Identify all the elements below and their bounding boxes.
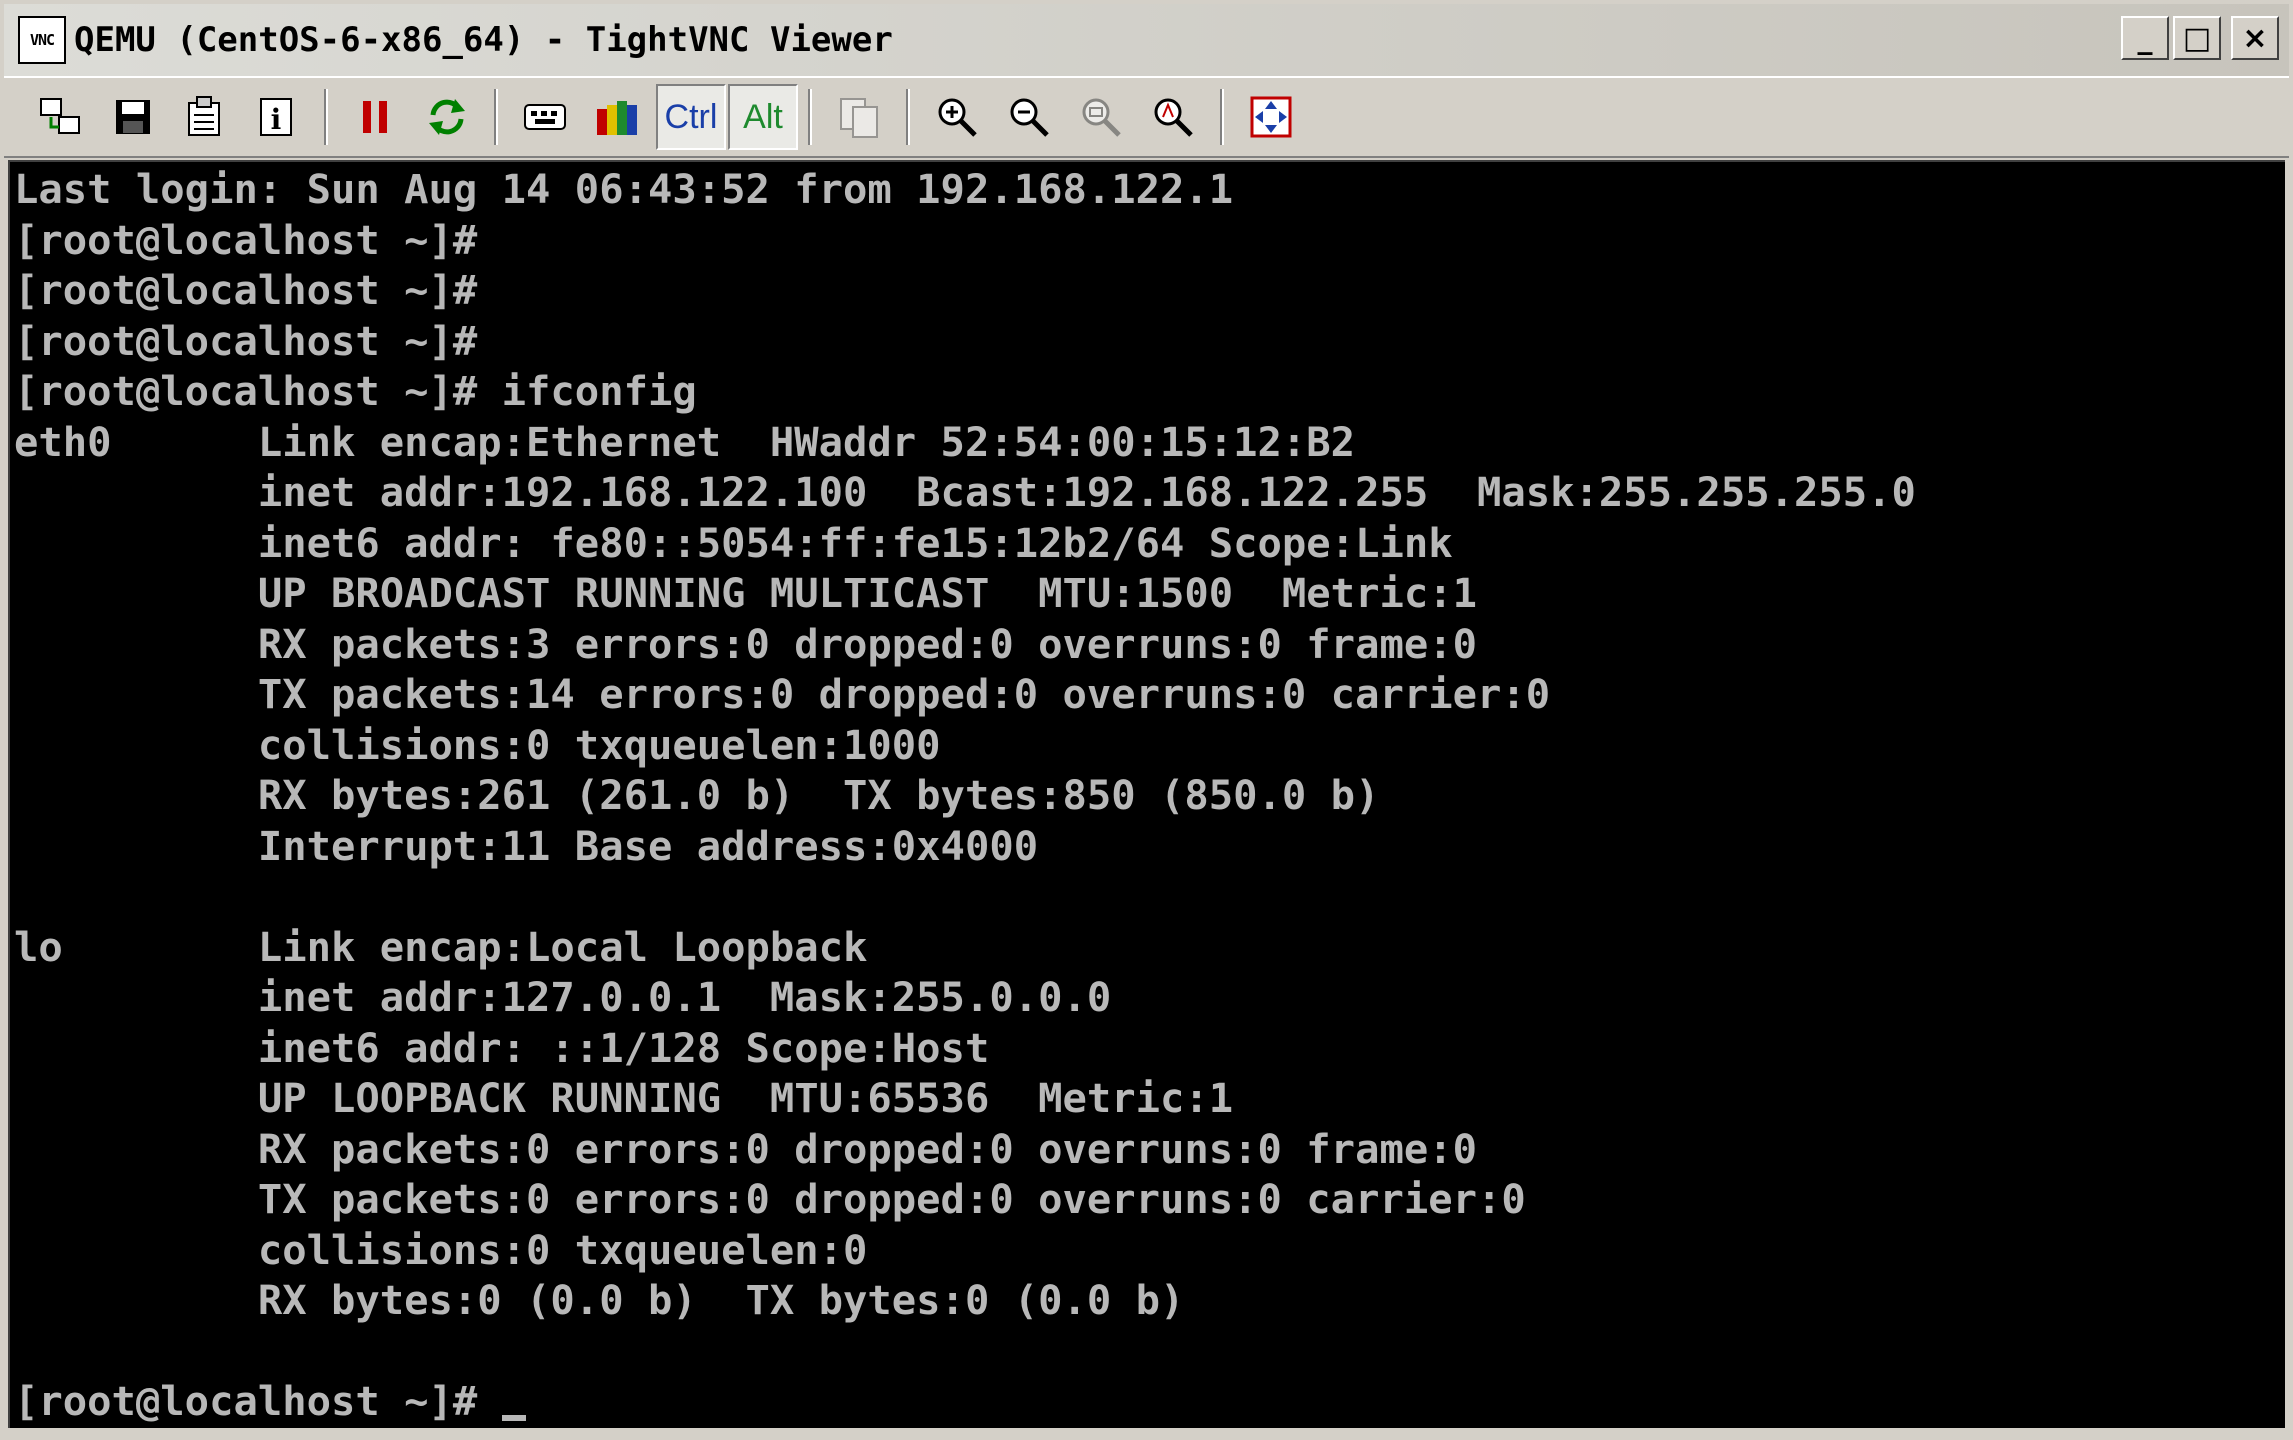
- alt-toggle-button[interactable]: Alt: [728, 84, 798, 150]
- terminal-line: Last login: Sun Aug 14 06:43:52 from 192…: [14, 165, 1234, 213]
- vnc-app-icon[interactable]: VNC: [18, 16, 66, 64]
- terminal-line: inet addr:127.0.0.1 Mask:255.0.0.0: [14, 973, 1112, 1021]
- ctrl-toggle-button[interactable]: Ctrl: [656, 84, 726, 150]
- save-icon[interactable]: [100, 84, 166, 150]
- terminal-line: lo Link encap:Local Loopback: [14, 922, 868, 971]
- terminal-output: Last login: Sun Aug 14 06:43:52 from 192…: [14, 164, 1916, 1427]
- terminal-line: RX bytes:261 (261.0 b) TX bytes:850 (850…: [14, 771, 1380, 819]
- new-connection-icon[interactable]: [28, 84, 94, 150]
- terminal-line: collisions:0 txqueuelen:0: [14, 1225, 868, 1274]
- zoom-in-icon[interactable]: [924, 84, 990, 150]
- options-icon[interactable]: [172, 84, 238, 150]
- title-bar[interactable]: VNC QEMU (CentOS-6-x86_64) - TightVNC Vi…: [4, 4, 2289, 76]
- svg-text:i: i: [271, 103, 282, 136]
- vnc-viewer-window: VNC QEMU (CentOS-6-x86_64) - TightVNC Vi…: [0, 0, 2293, 1440]
- terminal-line: [root@localhost ~]# ifconfig: [14, 367, 697, 415]
- toolbar-separator: [494, 89, 498, 145]
- pause-icon[interactable]: [342, 84, 408, 150]
- terminal-line: RX packets:3 errors:0 dropped:0 overruns…: [14, 619, 1477, 668]
- terminal-line: TX packets:0 errors:0 dropped:0 overruns…: [14, 1175, 1526, 1223]
- fullscreen-icon[interactable]: [1238, 84, 1304, 150]
- terminal-prompt-line[interactable]: [root@localhost ~]#: [14, 1376, 1916, 1427]
- terminal-line: RX packets:0 errors:0 dropped:0 overruns…: [14, 1124, 1477, 1173]
- text-cursor: [501, 1415, 526, 1421]
- terminal-line: inet addr:192.168.122.100 Bcast:192.168.…: [14, 468, 1916, 516]
- terminal-line: collisions:0 txqueuelen:1000: [14, 720, 941, 769]
- maximize-button[interactable]: □: [2173, 16, 2221, 60]
- terminal-line: UP BROADCAST RUNNING MULTICAST MTU:1500 …: [14, 569, 1477, 617]
- terminal-line: Interrupt:11 Base address:0x4000: [14, 821, 1039, 870]
- terminal-line: UP LOOPBACK RUNNING MTU:65536 Metric:1: [14, 1074, 1234, 1122]
- info-icon[interactable]: i: [244, 84, 310, 150]
- terminal-line: inet6 addr: fe80::5054:ff:fe15:12b2/64 S…: [14, 518, 1453, 567]
- toolbar: i Ctrl Alt: [4, 76, 2289, 158]
- terminal-line: [root@localhost ~]#: [14, 266, 478, 314]
- color-icon[interactable]: [584, 84, 650, 150]
- window-controls: _ □ ×: [2121, 16, 2279, 60]
- terminal-line: [root@localhost ~]#: [14, 316, 478, 365]
- zoom-out-icon[interactable]: [996, 84, 1062, 150]
- clipboard-icon[interactable]: [826, 84, 892, 150]
- shell-prompt: [root@localhost ~]#: [14, 1377, 502, 1425]
- remote-screen[interactable]: Last login: Sun Aug 14 06:43:52 from 192…: [8, 160, 2285, 1428]
- toolbar-separator: [808, 89, 812, 145]
- toolbar-separator: [324, 89, 328, 145]
- window-title: QEMU (CentOS-6-x86_64) - TightVNC Viewer: [74, 20, 893, 60]
- terminal-line: TX packets:14 errors:0 dropped:0 overrun…: [14, 670, 1551, 718]
- app-icon-text: VNC: [29, 31, 55, 49]
- close-button[interactable]: ×: [2231, 16, 2279, 60]
- zoom-100-icon[interactable]: [1068, 84, 1134, 150]
- terminal-line: eth0 Link encap:Ethernet HWaddr 52:54:00…: [14, 417, 1356, 466]
- terminal-line: [root@localhost ~]#: [14, 215, 478, 264]
- toolbar-separator: [1220, 89, 1224, 145]
- terminal-line: RX bytes:0 (0.0 b) TX bytes:0 (0.0 b): [14, 1276, 1185, 1324]
- minimize-button[interactable]: _: [2121, 16, 2169, 60]
- zoom-auto-icon[interactable]: [1140, 84, 1206, 150]
- ctrl-alt-del-icon[interactable]: [512, 84, 578, 150]
- refresh-icon[interactable]: [414, 84, 480, 150]
- terminal-line: inet6 addr: ::1/128 Scope:Host: [14, 1023, 990, 1072]
- toolbar-separator: [906, 89, 910, 145]
